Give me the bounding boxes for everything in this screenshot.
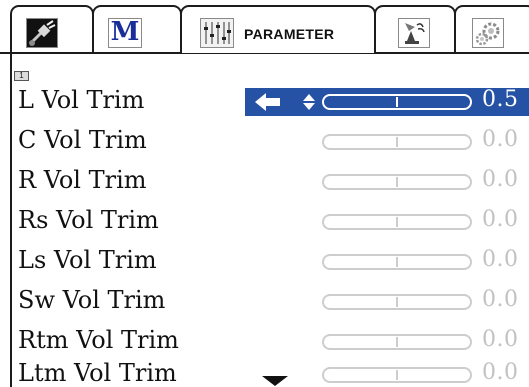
row-label: Ltm Vol Trim — [18, 359, 177, 387]
row-value: 0.5 — [482, 87, 519, 112]
volume-slider[interactable] — [322, 294, 472, 310]
row-value: 0.0 — [482, 360, 519, 385]
slider-center-tick — [396, 137, 398, 147]
row-value: 0.0 — [482, 327, 519, 352]
slider-center-tick — [396, 337, 398, 347]
volume-slider[interactable] — [322, 214, 472, 230]
volume-slider[interactable] — [322, 134, 472, 150]
row-label: Ls Vol Trim — [18, 246, 157, 274]
list-item[interactable]: C Vol Trim 0.0 — [0, 124, 529, 164]
tab-parameter[interactable]: PARAMETER — [180, 5, 376, 53]
volume-slider[interactable] — [322, 254, 472, 270]
tab-menu[interactable]: M — [92, 5, 182, 53]
list-item[interactable]: Ls Vol Trim 0.0 — [0, 244, 529, 284]
row-label: L Vol Trim — [18, 86, 145, 114]
gears-icon — [472, 18, 504, 48]
slider-center-tick — [396, 97, 398, 107]
volume-slider[interactable] — [322, 174, 472, 190]
row-label: Rs Vol Trim — [18, 206, 159, 234]
row-value: 0.0 — [482, 207, 519, 232]
list-item[interactable]: Rs Vol Trim 0.0 — [0, 204, 529, 244]
volume-slider[interactable] — [322, 94, 472, 110]
tab-speaker[interactable] — [374, 5, 456, 53]
up-down-arrows-icon[interactable] — [302, 93, 316, 111]
row-value: 0.0 — [482, 127, 519, 152]
row-value: 0.0 — [482, 287, 519, 312]
row-label: Sw Vol Trim — [18, 286, 166, 314]
slider-center-tick — [396, 370, 398, 380]
slider-center-tick — [396, 177, 398, 187]
arrow-left-icon[interactable] — [255, 93, 281, 111]
tab-system[interactable] — [454, 5, 529, 53]
tab-input[interactable] — [10, 5, 94, 53]
volume-slider[interactable] — [322, 334, 472, 350]
tab-parameter-label: PARAMETER — [244, 26, 335, 42]
scroll-down-arrow-icon[interactable] — [262, 376, 288, 386]
row-label: R Vol Trim — [18, 166, 147, 194]
slider-center-tick — [396, 217, 398, 227]
volume-slider[interactable] — [322, 367, 472, 383]
speaker-satellite-icon — [398, 18, 430, 48]
tab-bar: M PARAMETER — [0, 0, 529, 60]
list-item[interactable]: R Vol Trim 0.0 — [0, 164, 529, 204]
plug-cable-icon — [26, 18, 58, 48]
page-number-badge: 1 — [14, 71, 29, 81]
row-value: 0.0 — [482, 247, 519, 272]
row-value: 0.0 — [482, 167, 519, 192]
list-item[interactable]: L Vol Trim 0.5 — [0, 84, 529, 124]
row-label: C Vol Trim — [18, 126, 147, 154]
list-item[interactable]: Sw Vol Trim 0.0 — [0, 284, 529, 324]
slider-center-tick — [396, 257, 398, 267]
slider-center-tick — [396, 297, 398, 307]
m-logo-icon: M — [108, 17, 142, 48]
equalizer-sliders-icon — [200, 18, 234, 48]
row-label: Rtm Vol Trim — [18, 326, 179, 354]
